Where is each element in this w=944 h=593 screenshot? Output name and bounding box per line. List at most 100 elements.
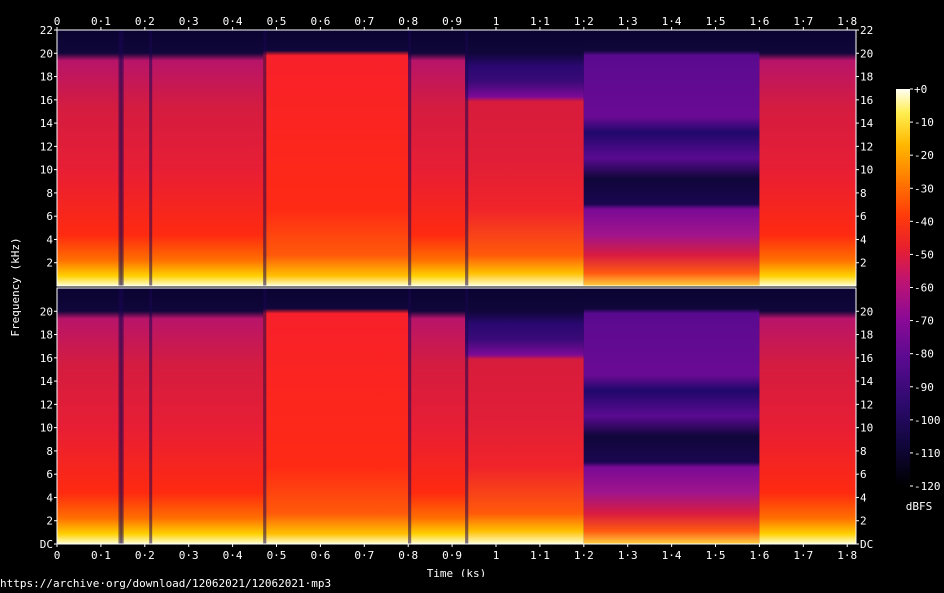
y-tick-label: 8: [46, 445, 53, 458]
colorbar-tick-label: -20: [914, 149, 934, 162]
spectrogram-segment: [57, 30, 264, 286]
x-tick-label: 1: [493, 15, 500, 28]
y-tick-label: 8: [860, 445, 867, 458]
y-tick-label: 2: [860, 257, 867, 270]
x-tick-label: 0·6: [310, 549, 330, 562]
y-tick-label: 4: [860, 233, 867, 246]
x-tick-label: 0: [54, 549, 61, 562]
y-tick-label: 20: [860, 47, 873, 60]
y-tick-label: 16: [40, 352, 53, 365]
x-tick-label: 0·5: [267, 15, 287, 28]
colorbar-tick-label: -50: [914, 248, 934, 261]
spectrogram-segment: [759, 288, 856, 544]
source-url: https://archive·org/download/12062021/12…: [0, 577, 332, 590]
spectrogram-panel: [56, 29, 857, 287]
colorbar-tick-label: -100: [914, 414, 941, 427]
colorbar-tick-label: +0: [914, 83, 927, 96]
y-tick-label: 2: [46, 515, 53, 528]
y-tick-label: 8: [46, 187, 53, 200]
y-tick-label: 18: [860, 71, 873, 84]
silence-streak: [408, 288, 412, 544]
silence-streak: [263, 30, 267, 286]
x-tick-label: 1·6: [749, 549, 769, 562]
y-tick-label: DC: [40, 538, 53, 551]
y-tick-label: 10: [40, 422, 53, 435]
x-tick-label: 0·9: [442, 549, 462, 562]
y-tick-label: 2: [860, 515, 867, 528]
y-tick-label: 20: [860, 305, 873, 318]
y-tick-label: 14: [40, 375, 54, 388]
y-tick-label: 20: [40, 47, 53, 60]
y-tick-label: 14: [860, 117, 874, 130]
x-tick-label: 0·3: [179, 549, 199, 562]
y-tick-label: 12: [40, 140, 53, 153]
y-tick-label: 6: [46, 210, 53, 223]
x-tick-label: 0·1: [91, 15, 111, 28]
x-tick-label: 0·7: [354, 15, 374, 28]
x-tick-label: 0·8: [398, 15, 418, 28]
y-tick-label: 2: [46, 257, 53, 270]
x-tick-label: 0·2: [135, 549, 155, 562]
y-tick-label: 18: [40, 329, 53, 342]
y-tick-label: 18: [860, 329, 873, 342]
colorbar-tick-label: -60: [914, 282, 934, 295]
spectrogram-segment: [759, 30, 856, 286]
x-tick-label: 1·1: [530, 549, 550, 562]
colorbar-tick-label: -40: [914, 215, 934, 228]
y-tick-label: 14: [40, 117, 54, 130]
colorbar-tick-label: -90: [914, 381, 934, 394]
spectrogram-segment: [263, 30, 409, 286]
silence-streak: [263, 288, 267, 544]
x-tick-label: 0·2: [135, 15, 155, 28]
colorbar-tick-label: -80: [914, 348, 934, 361]
silence-streak: [120, 30, 124, 286]
y-tick-label: 20: [40, 305, 53, 318]
spectrogram-segment: [57, 288, 264, 544]
colorbar-scale: [896, 89, 910, 486]
colorbar-tick-label: -70: [914, 315, 934, 328]
spectrogram-segment: [583, 288, 760, 544]
y-tick-label: 12: [860, 140, 873, 153]
x-tick-label: 1·5: [706, 15, 726, 28]
y-tick-label: 6: [860, 468, 867, 481]
x-tick-label: 0·6: [310, 15, 330, 28]
y-tick-label: 6: [860, 210, 867, 223]
x-tick-label: 1·3: [618, 15, 638, 28]
y-tick-label: 16: [40, 94, 53, 107]
y-tick-label: 8: [860, 187, 867, 200]
y-axis-label: Frequency (kHz): [9, 237, 22, 336]
spectrogram-segment: [583, 30, 760, 286]
y-tick-label: 10: [40, 164, 53, 177]
silence-streak: [465, 288, 469, 544]
x-tick-label: 0·1: [91, 549, 111, 562]
x-axis-label: Time (ks): [427, 567, 487, 577]
x-tick-label: 1·6: [749, 15, 769, 28]
x-tick-label: 1·2: [574, 549, 594, 562]
y-tick-label: 16: [860, 94, 873, 107]
colorbar-tick-label: -120: [914, 480, 941, 493]
silence-streak: [120, 288, 124, 544]
x-tick-label: 1·4: [662, 549, 682, 562]
silence-streak: [465, 30, 469, 286]
x-tick-label: 1·8: [837, 15, 857, 28]
y-tick-label: 22: [40, 24, 53, 37]
spectrogram-chart: 2 24 46 68 810 1012 1214 1416 1618 1820 2022 22DC DC…: [9, 15, 941, 577]
x-tick-label: 1·1: [530, 15, 550, 28]
x-tick-label: 1·7: [793, 549, 813, 562]
y-tick-label: 10: [860, 422, 873, 435]
y-tick-label: 4: [46, 233, 53, 246]
x-tick-label: 1·3: [618, 549, 638, 562]
x-tick-label: 1·7: [793, 15, 813, 28]
y-tick-label: 6: [46, 468, 53, 481]
colorbar-tick-label: -30: [914, 182, 934, 195]
spectrogram-segment: [408, 30, 466, 286]
x-tick-label: 1·5: [706, 549, 726, 562]
y-tick-label: 18: [40, 71, 53, 84]
x-tick-label: 1: [493, 549, 500, 562]
x-tick-label: 0·5: [267, 549, 287, 562]
x-tick-label: 0·4: [223, 15, 243, 28]
y-tick-label: 12: [40, 398, 53, 411]
x-tick-label: 0·3: [179, 15, 199, 28]
silence-streak: [149, 288, 153, 544]
silence-streak: [149, 30, 153, 286]
